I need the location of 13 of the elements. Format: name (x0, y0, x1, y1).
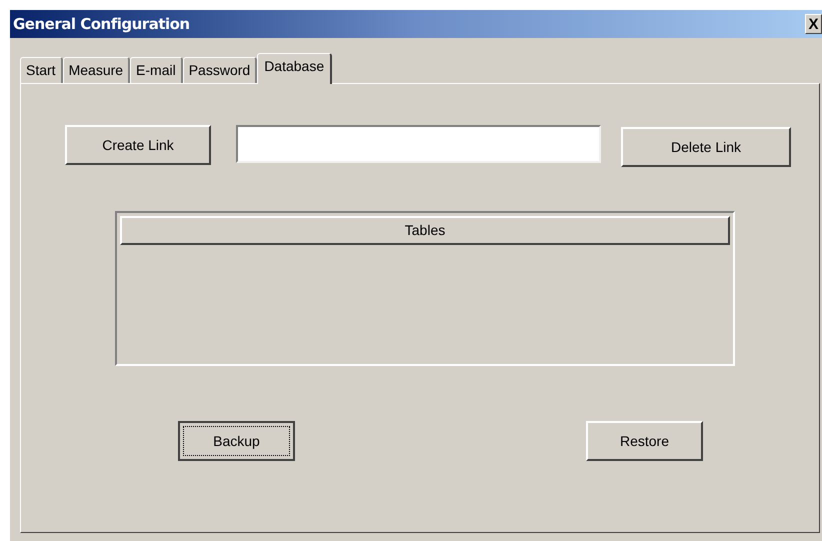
tab[interactable]: Measure (62, 57, 130, 83)
window-title: General Configuration (12, 14, 190, 35)
link-input-field[interactable] (236, 125, 601, 163)
tab[interactable]: Password (182, 57, 258, 83)
tab[interactable]: Start (20, 57, 63, 83)
action-button[interactable]: Backup (178, 421, 295, 461)
column-header[interactable]: Tables (120, 216, 730, 245)
tab[interactable]: Database (257, 53, 332, 84)
delete-link-button[interactable]: Delete Link (621, 127, 791, 167)
action-button[interactable]: Restore (586, 421, 703, 461)
create-link-button[interactable]: Create Link (65, 125, 211, 165)
tab[interactable]: E-mail (130, 57, 183, 83)
close-button[interactable]: X (805, 14, 822, 34)
